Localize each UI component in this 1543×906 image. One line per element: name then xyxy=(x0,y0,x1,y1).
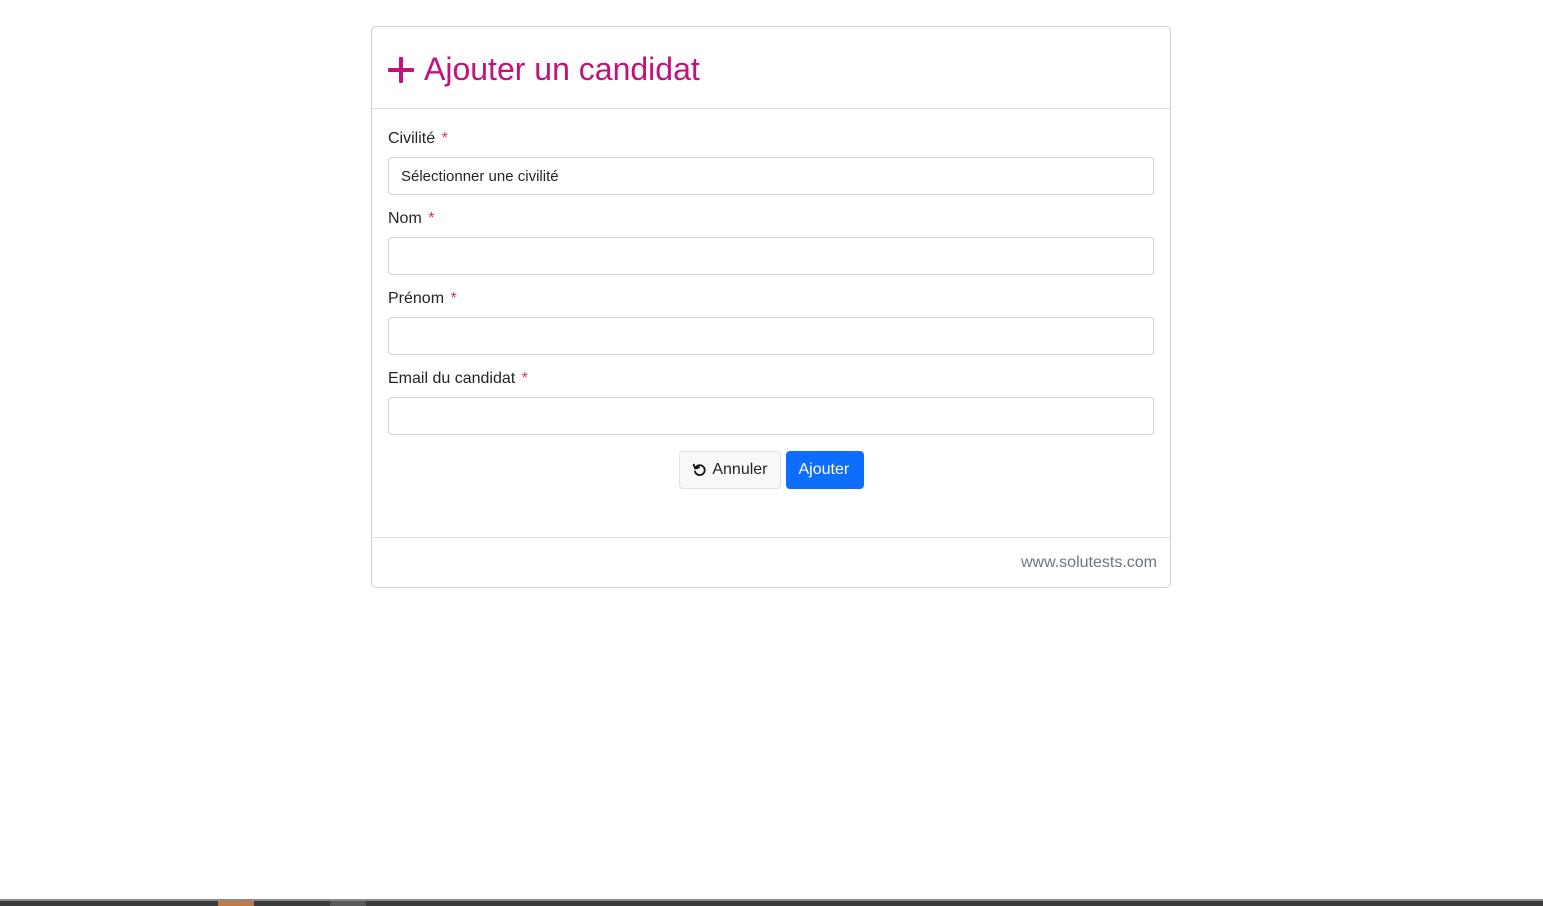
add-button-label: Ajouter xyxy=(798,461,850,478)
card-footer: www.solutests.com xyxy=(372,537,1170,587)
card-body: Civilité * Sélectionner une civilité Nom… xyxy=(372,109,1170,489)
civilite-select[interactable]: Sélectionner une civilité xyxy=(388,157,1154,195)
nom-input[interactable] xyxy=(388,237,1154,275)
page-title-text: Ajouter un candidat xyxy=(424,51,700,87)
email-input[interactable] xyxy=(388,397,1154,435)
add-candidate-card: Ajouter un candidat Civilité * Sélection… xyxy=(371,26,1171,588)
required-marker: * xyxy=(428,210,435,227)
email-label: Email du candidat * xyxy=(388,369,1154,388)
undo-icon xyxy=(692,463,706,476)
required-marker: * xyxy=(450,290,457,307)
footer-website: www.solutests.com xyxy=(1020,553,1157,571)
cancel-button-label: Annuler xyxy=(712,461,768,478)
form-actions: Annuler Ajouter xyxy=(388,451,1154,489)
taskbar-app-1[interactable] xyxy=(218,901,254,906)
nom-label: Nom * xyxy=(388,209,1154,228)
prenom-input[interactable] xyxy=(388,317,1154,355)
add-button[interactable]: Ajouter xyxy=(785,451,864,489)
prenom-label: Prénom * xyxy=(388,289,1154,308)
plus-icon xyxy=(388,56,414,83)
nom-group: Nom * xyxy=(388,209,1154,275)
page-title: Ajouter un candidat xyxy=(388,51,700,88)
taskbar xyxy=(0,899,1543,906)
prenom-group: Prénom * xyxy=(388,289,1154,355)
civilite-select-value: Sélectionner une civilité xyxy=(401,167,559,185)
civilite-label-text: Civilité xyxy=(388,130,436,147)
required-marker: * xyxy=(441,130,448,147)
card-header: Ajouter un candidat xyxy=(372,27,1170,109)
email-label-text: Email du candidat xyxy=(388,370,516,387)
cancel-button[interactable]: Annuler xyxy=(678,451,781,489)
email-group: Email du candidat * xyxy=(388,369,1154,435)
taskbar-app-2[interactable] xyxy=(330,901,366,906)
nom-label-text: Nom xyxy=(388,210,422,227)
civilite-group: Civilité * Sélectionner une civilité xyxy=(388,129,1154,195)
civilite-label: Civilité * xyxy=(388,129,1154,148)
prenom-label-text: Prénom xyxy=(388,290,445,307)
required-marker: * xyxy=(521,370,528,387)
